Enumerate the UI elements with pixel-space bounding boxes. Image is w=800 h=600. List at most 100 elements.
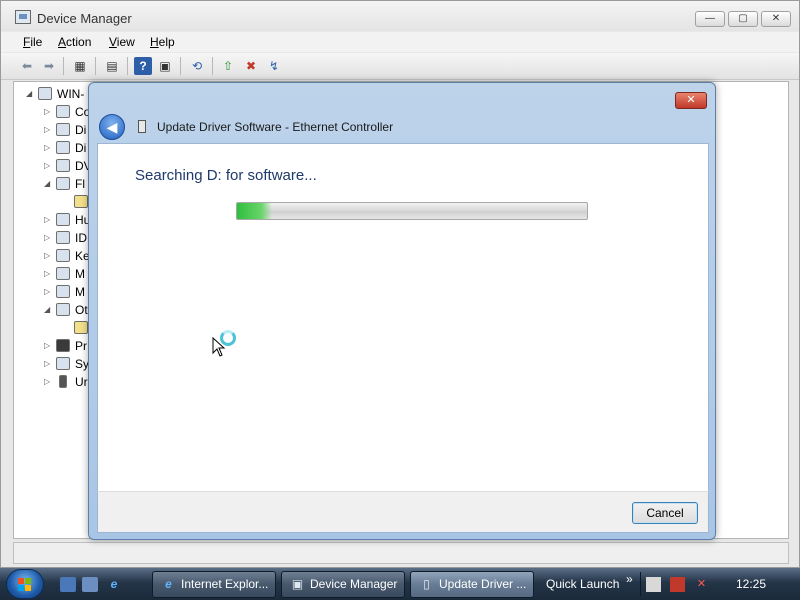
other-devices-icon <box>56 303 70 316</box>
device-icon <box>138 120 146 133</box>
help-icon[interactable]: ? <box>134 57 152 75</box>
toolbar-separator <box>212 57 213 75</box>
uninstall-device-icon[interactable]: ↯ <box>265 57 283 75</box>
expand-arrow-icon[interactable]: ▷ <box>44 215 52 224</box>
tree-item-label: Sy <box>75 357 90 371</box>
search-progress-bar <box>236 202 588 220</box>
tree-item-label: Di <box>75 123 87 137</box>
cancel-button[interactable]: Cancel <box>632 502 698 524</box>
progress-fill <box>237 203 272 219</box>
hid-icon <box>56 213 70 226</box>
menu-view-mnemonic: V <box>109 35 117 49</box>
expand-arrow-icon[interactable]: ▷ <box>44 341 52 350</box>
start-button[interactable] <box>6 569 44 599</box>
network-disconnected-icon[interactable] <box>670 577 685 592</box>
show-hide-console-tree-icon[interactable]: ▦ <box>71 57 89 75</box>
system-clock[interactable]: 12:25 <box>736 577 766 591</box>
computer-icon <box>56 105 70 118</box>
menu-view[interactable]: View <box>109 35 135 49</box>
menu-bar: File Action View Help <box>1 32 799 52</box>
menu-action-rest: ction <box>66 35 92 49</box>
system-devices-icon <box>56 357 70 370</box>
internet-explorer-icon: e <box>165 577 172 591</box>
disable-device-icon[interactable]: ✖ <box>242 57 260 75</box>
task-label: Device Manager <box>310 577 398 591</box>
expand-arrow-icon[interactable]: ▷ <box>44 107 52 116</box>
switch-windows-icon[interactable] <box>82 577 98 592</box>
dialog-title: Update Driver Software - Ethernet Contro… <box>157 120 394 134</box>
task-label: Update Driver ... <box>439 577 527 591</box>
disk-drive-icon <box>56 123 70 136</box>
tree-item-label: ID <box>75 231 87 245</box>
internet-explorer-icon[interactable]: e <box>106 577 122 592</box>
mouse-icon <box>56 267 70 280</box>
keyboard-icon <box>56 249 70 262</box>
toolbar: ⬅ ➡ ▦ ▤ ? ▣ ⟲ ⇧ ✖ ↯ <box>1 53 799 80</box>
ide-controller-icon <box>56 231 70 244</box>
menu-action[interactable]: Action <box>58 35 91 49</box>
taskbar-button-internet-explorer[interactable]: e Internet Explor... <box>152 571 276 598</box>
tree-item-label: Pr <box>75 339 87 353</box>
device-manager-icon: ▣ <box>291 577 304 591</box>
computer-icon <box>38 87 52 100</box>
device-icon: ▯ <box>423 577 430 591</box>
minimize-button[interactable]: — <box>695 11 725 27</box>
forward-arrow-icon[interactable]: ➡ <box>40 57 58 75</box>
back-arrow-icon[interactable]: ⬅ <box>18 57 36 75</box>
update-driver-icon[interactable]: ⇧ <box>219 57 237 75</box>
menu-help-mnemonic: H <box>150 35 159 49</box>
tree-item-label: WIN- <box>57 87 85 101</box>
properties-icon[interactable]: ▤ <box>103 57 121 75</box>
back-button[interactable]: ◀ <box>99 114 125 140</box>
expand-arrow-icon[interactable]: ▷ <box>44 161 52 170</box>
collapse-arrow-icon[interactable]: ◢ <box>44 305 52 314</box>
tree-item-label: M <box>75 267 85 281</box>
volume-muted-icon[interactable]: ✕ <box>694 577 709 592</box>
maximize-button[interactable]: ▢ <box>728 11 758 27</box>
taskbar-button-device-manager[interactable]: ▣ Device Manager <box>281 571 405 598</box>
busy-spinner-icon <box>220 330 236 346</box>
collapse-arrow-icon[interactable]: ◢ <box>26 89 34 98</box>
warning-device-icon <box>74 195 88 208</box>
collapse-arrow-icon[interactable]: ◢ <box>44 179 52 188</box>
taskbar-button-update-driver[interactable]: ▯ Update Driver ... <box>410 571 534 598</box>
dialog-footer: Cancel <box>97 491 709 533</box>
monitor-icon <box>56 285 70 298</box>
dialog-close-button[interactable]: ✕ <box>675 92 707 109</box>
expand-arrow-icon[interactable]: ▷ <box>44 143 52 152</box>
toolbar-separator <box>63 57 64 75</box>
expand-arrow-icon[interactable]: ▷ <box>44 287 52 296</box>
expand-arrow-icon[interactable]: ▷ <box>44 233 52 242</box>
menu-file[interactable]: File <box>23 35 42 49</box>
expand-arrow-icon[interactable]: ▷ <box>44 251 52 260</box>
title-bar[interactable]: Device Manager — ▢ ✕ <box>1 1 799 31</box>
menu-help[interactable]: Help <box>150 35 175 49</box>
dialog-body: Searching D: for software... <box>97 143 709 491</box>
scan-hardware-icon[interactable]: ⟲ <box>188 57 206 75</box>
status-bar <box>13 542 789 564</box>
display-adapter-icon <box>56 141 70 154</box>
console-icon[interactable]: ▣ <box>156 57 174 75</box>
tree-item-label: Ur <box>75 375 88 389</box>
taskbar: e e Internet Explor... ▣ Device Manager ▯ U… <box>0 568 800 600</box>
action-center-icon[interactable] <box>646 577 661 592</box>
dvd-drive-icon <box>56 159 70 172</box>
toolbar-separator <box>180 57 181 75</box>
toolbar-separator <box>127 57 128 75</box>
expand-arrow-icon[interactable]: ▷ <box>44 125 52 134</box>
update-driver-dialog: ✕ ◀ Update Driver Software - Ethernet Co… <box>88 82 716 540</box>
device-manager-icon <box>15 10 31 24</box>
windows-logo-icon <box>18 578 31 591</box>
quick-launch-chevron-icon[interactable]: » <box>626 572 633 586</box>
tree-item-label: Di <box>75 141 87 155</box>
close-button[interactable]: ✕ <box>761 11 791 27</box>
expand-arrow-icon[interactable]: ▷ <box>44 359 52 368</box>
menu-help-rest: elp <box>158 35 175 49</box>
expand-arrow-icon[interactable]: ▷ <box>44 269 52 278</box>
show-desktop-icon[interactable] <box>60 577 76 592</box>
processor-icon <box>56 339 70 352</box>
expand-arrow-icon[interactable]: ▷ <box>44 377 52 386</box>
quick-launch-toolbar-label[interactable]: Quick Launch <box>546 577 619 591</box>
tree-item-label: Ot <box>75 303 88 317</box>
usb-icon <box>59 375 67 388</box>
